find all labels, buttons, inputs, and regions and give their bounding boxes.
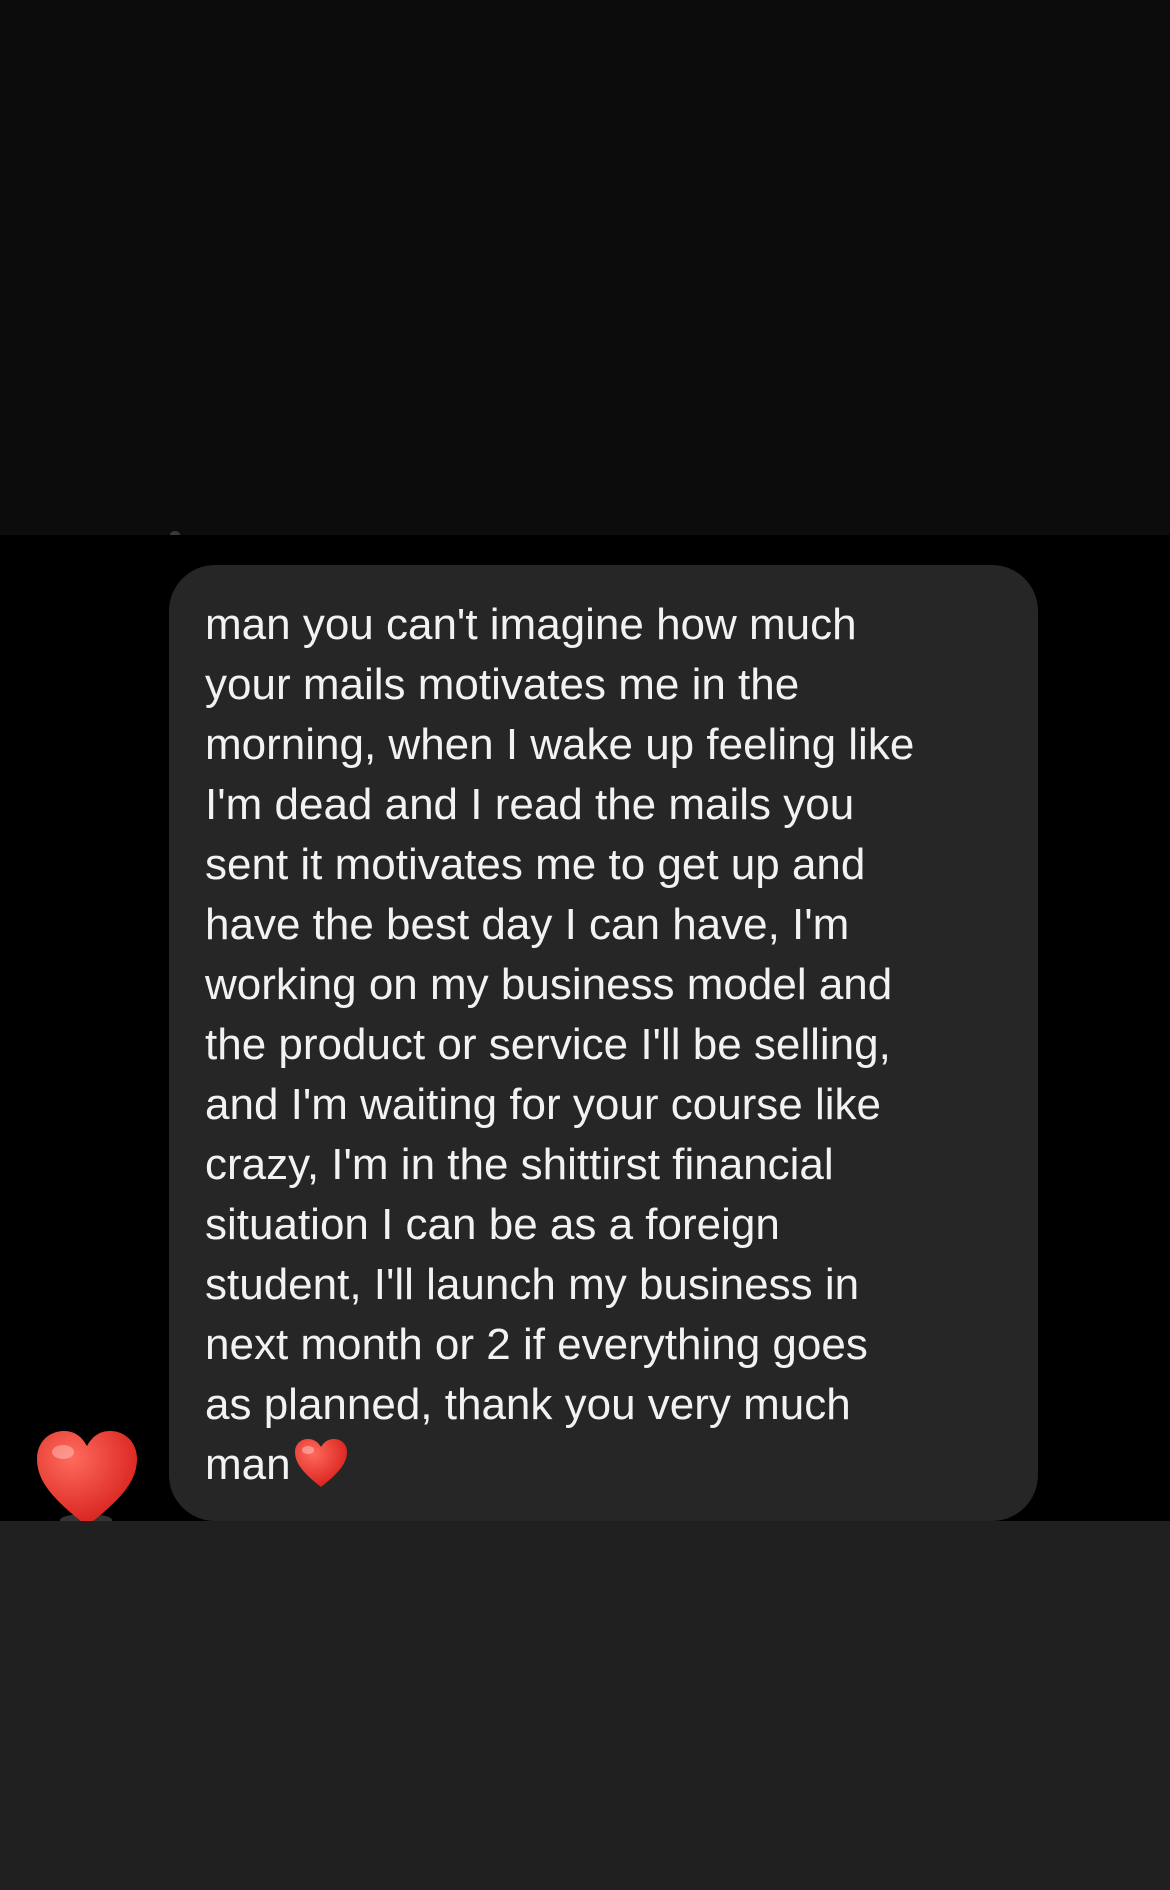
- message-line: sent it motivates me to get up and: [205, 840, 866, 889]
- red-heart-icon[interactable]: [34, 1428, 140, 1530]
- message-line: student, I'll launch my business in: [205, 1260, 860, 1309]
- message-text: man you can't imagine how much your mail…: [205, 595, 1004, 1495]
- message-line: I'm dead and I read the mails you: [205, 780, 855, 829]
- message-line: as planned, thank you very much: [205, 1380, 851, 1429]
- message-line: the product or service I'll be selling,: [205, 1020, 891, 1069]
- red-heart-icon: [294, 1439, 347, 1487]
- message-line: morning, when I wake up feeling like: [205, 720, 915, 769]
- top-empty-area: [0, 0, 1170, 539]
- message-line: situation I can be as a foreign: [205, 1200, 780, 1249]
- message-line: have the best day I can have, I'm: [205, 900, 850, 949]
- message-line: man: [205, 1440, 291, 1489]
- message-line: crazy, I'm in the shittirst financial: [205, 1140, 834, 1189]
- message-bubble[interactable]: man you can't imagine how much your mail…: [169, 565, 1038, 1521]
- bottom-empty-area: [0, 1521, 1170, 1890]
- message-line: man you can't imagine how much: [205, 600, 857, 649]
- message-line: next month or 2 if everything goes: [205, 1320, 868, 1369]
- message-line: your mails motivates me in the: [205, 660, 800, 709]
- message-line: working on my business model and: [205, 960, 893, 1009]
- message-line: and I'm waiting for your course like: [205, 1080, 882, 1129]
